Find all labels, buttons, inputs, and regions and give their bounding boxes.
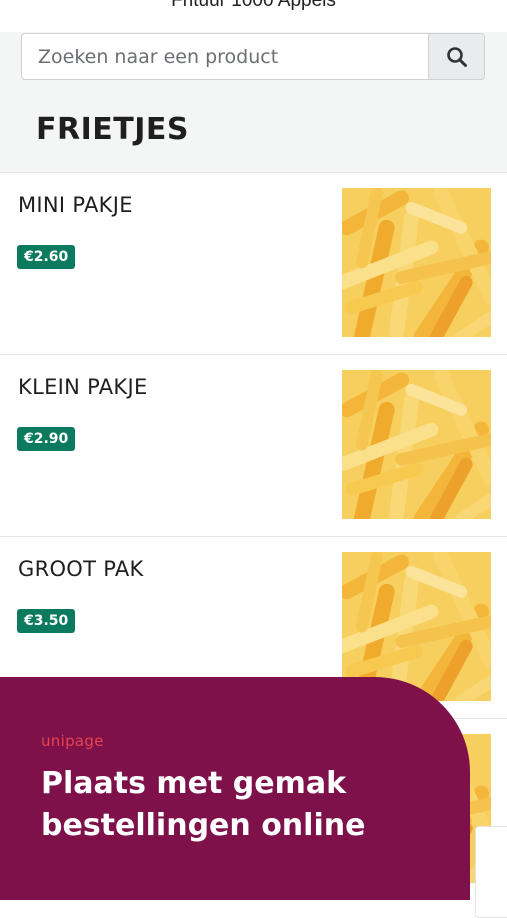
product-name: GROOT PAK	[18, 557, 144, 581]
top-bar: Frituur 1000 Appels	[0, 0, 507, 33]
side-card	[475, 826, 507, 918]
product-name: MINI PAKJE	[18, 193, 133, 217]
product-item-klein-pakje[interactable]: KLEIN PAKJE €2.90	[0, 354, 507, 536]
banner-headline: Plaats met gemak bestellingen online	[41, 766, 366, 843]
fries-image	[342, 370, 491, 519]
product-item-mini-pakje[interactable]: MINI PAKJE €2.60	[0, 172, 507, 354]
search-input[interactable]	[22, 34, 432, 79]
search-area: FRIETJES	[0, 32, 507, 172]
search-bar	[21, 33, 485, 80]
price-badge: €2.60	[17, 245, 76, 269]
price-badge: €3.50	[17, 609, 76, 633]
search-button[interactable]	[428, 34, 484, 79]
search-icon	[446, 46, 467, 67]
section-title: FRIETJES	[36, 112, 189, 147]
unipage-logo: unipage	[41, 732, 104, 750]
page-title: Frituur 1000 Appels	[171, 0, 336, 11]
product-name: KLEIN PAKJE	[18, 375, 148, 399]
price-badge: €2.90	[17, 427, 76, 451]
promo-banner[interactable]: unipage Plaats met gemak bestellingen on…	[0, 677, 470, 900]
fries-image	[342, 188, 491, 337]
